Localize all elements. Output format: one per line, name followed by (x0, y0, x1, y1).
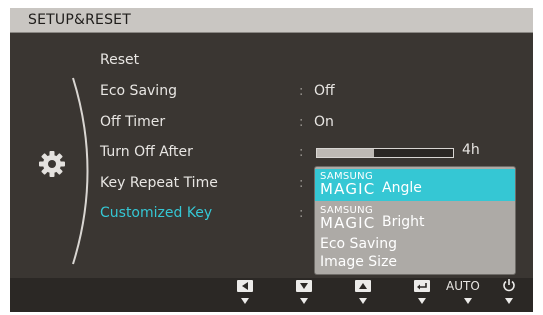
customized-key-dropdown[interactable]: SAMSUNG MAGIC Angle SAMSUNG MAGIC Bright… (315, 167, 515, 274)
off-timer-value: On (314, 114, 334, 130)
menu-title: SETUP&RESET (28, 12, 131, 28)
dropdown-option-magic-bright[interactable]: SAMSUNG MAGIC Bright (315, 203, 515, 235)
dropdown-option-image-size[interactable]: Image Size (315, 254, 515, 273)
eco-saving-value: Off (314, 83, 335, 99)
enter-key-icon[interactable] (414, 280, 430, 292)
eco-saving-colon: : (299, 84, 304, 99)
left-key-icon[interactable] (237, 280, 253, 292)
down-key-icon[interactable] (296, 280, 312, 292)
magic-brand-main: MAGIC (320, 214, 376, 232)
power-icon[interactable] (502, 278, 516, 292)
menu-item-turn-off-after[interactable]: Turn Off After (100, 144, 193, 160)
down-arrow-marker-icon (418, 298, 426, 304)
dropdown-option-label: Angle (382, 180, 422, 196)
turn-off-after-slider[interactable] (316, 148, 454, 158)
menu-item-reset[interactable]: Reset (100, 52, 139, 68)
turn-off-after-slider-fill (317, 149, 375, 157)
down-arrow-marker-icon (464, 298, 472, 304)
osd-panel: SETUP&RESET Reset Eco Saving : Off Off T… (10, 8, 533, 312)
down-arrow-marker-icon (241, 298, 249, 304)
off-timer-colon: : (299, 115, 304, 130)
menu-arc-divider (72, 77, 89, 265)
dropdown-option-label: Eco Saving (320, 236, 397, 252)
customized-key-colon: : (299, 206, 304, 221)
gear-icon (39, 151, 65, 177)
menu-item-eco-saving[interactable]: Eco Saving (100, 83, 177, 99)
magic-brand-main: MAGIC (320, 180, 376, 198)
title-bar: SETUP&RESET (10, 8, 533, 33)
auto-button[interactable]: AUTO (446, 279, 480, 293)
dropdown-option-label: Bright (382, 214, 425, 230)
menu-item-off-timer[interactable]: Off Timer (100, 114, 165, 130)
turn-off-after-value: 4h (462, 142, 480, 158)
down-arrow-marker-icon (505, 298, 513, 304)
dropdown-option-label: Image Size (320, 254, 398, 270)
down-arrow-marker-icon (359, 298, 367, 304)
up-key-icon[interactable] (355, 280, 371, 292)
dropdown-option-magic-angle[interactable]: SAMSUNG MAGIC Angle (315, 169, 515, 201)
menu-item-key-repeat-time[interactable]: Key Repeat Time (100, 175, 218, 191)
dropdown-option-eco-saving[interactable]: Eco Saving (315, 235, 515, 254)
turn-off-after-colon: : (299, 145, 304, 160)
key-repeat-time-colon: : (299, 176, 304, 191)
down-arrow-marker-icon (300, 298, 308, 304)
menu-item-customized-key[interactable]: Customized Key (100, 205, 212, 221)
